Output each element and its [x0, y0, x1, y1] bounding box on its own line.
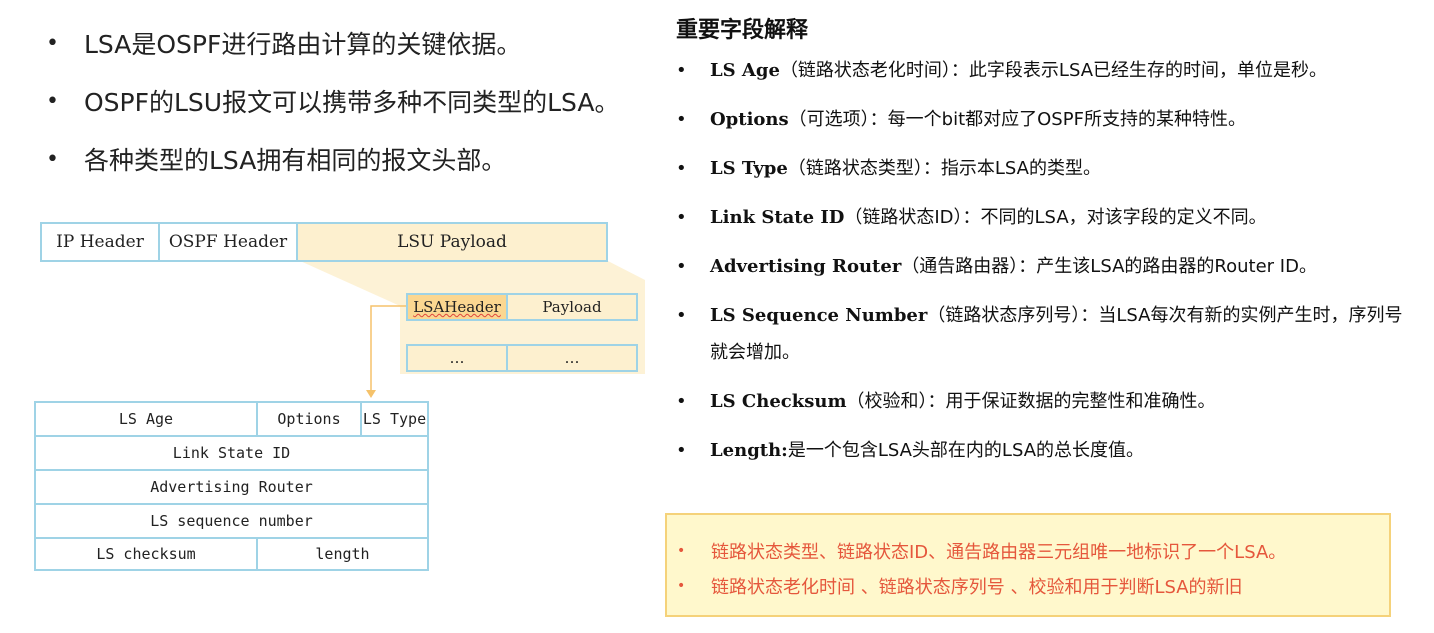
field-description: （链路状态ID）：不同的LSA，对该字段的定义不同。 — [844, 207, 1267, 228]
list-item: • 链路状态类型、链路状态ID、通告路由器三元组唯一地标识了一个LSA。 — [677, 533, 1389, 568]
payload-cell: Payload — [506, 293, 638, 321]
ellipsis-cell: … — [506, 344, 638, 372]
bullet-icon: • — [676, 60, 687, 81]
field-explanation-list: • LS Age（链路状态老化时间）：此字段表示LSA已经生存的时间，单位是秒。 … — [676, 52, 1406, 481]
left-bullet-list: • LSA是OSPF进行路由计算的关键依据。 • OSPF的LSU报文可以携带多种不… — [46, 14, 646, 188]
field-term: LS Checksum — [710, 391, 847, 412]
bullet-icon: • — [677, 577, 686, 594]
list-item: • LS Type（链路状态类型）：指示本LSA的类型。 — [676, 150, 1406, 187]
field-description: （校验和）：用于保证数据的完整性和准确性。 — [846, 391, 1216, 412]
bullet-icon: • — [676, 207, 687, 228]
ls-checksum-cell: LS checksum — [34, 537, 258, 571]
highlight-note-box: • 链路状态类型、链路状态ID、通告路由器三元组唯一地标识了一个LSA。 • 链路状… — [665, 513, 1391, 617]
length-cell: length — [256, 537, 429, 571]
list-item: • LS Age（链路状态老化时间）：此字段表示LSA已经生存的时间，单位是秒。 — [676, 52, 1406, 89]
list-item: • 各种类型的LSA拥有相同的报文头部。 — [46, 130, 646, 188]
field-term: LS Age — [710, 60, 780, 81]
ellipsis-cell: … — [406, 344, 508, 372]
note-text: 链路状态老化时间 、链路状态序列号 、校验和用于判断LSA的新旧 — [711, 576, 1243, 598]
bullet-text: 各种类型的LSA拥有相同的报文头部。 — [84, 146, 507, 175]
field-term: Advertising Router — [710, 256, 902, 277]
bullet-icon: • — [46, 146, 59, 172]
ls-age-cell: LS Age — [34, 401, 258, 437]
field-term: LS Sequence Number — [710, 305, 928, 326]
advertising-router-cell: Advertising Router — [34, 469, 429, 505]
lsu-payload-cell: LSU Payload — [296, 222, 608, 262]
bullet-icon: • — [676, 109, 687, 130]
ospf-header-cell: OSPF Header — [158, 222, 298, 262]
field-term: Link State ID — [710, 207, 845, 228]
list-item: • LS Checksum（校验和）：用于保证数据的完整性和准确性。 — [676, 383, 1406, 420]
bullet-icon: • — [46, 88, 59, 114]
bullet-icon: • — [676, 305, 687, 326]
ls-type-cell: LS Type — [360, 401, 429, 437]
list-item: • Link State ID（链路状态ID）：不同的LSA，对该字段的定义不同。 — [676, 199, 1406, 236]
bullet-icon: • — [676, 256, 687, 277]
field-description: （链路状态类型）：指示本LSA的类型。 — [787, 158, 1101, 179]
list-item: • LSA是OSPF进行路由计算的关键依据。 — [46, 14, 646, 72]
link-state-id-cell: Link State ID — [34, 435, 429, 471]
section-title: 重要字段解释 — [676, 18, 809, 43]
list-item: • Length:是一个包含LSA头部在内的LSA的总长度值。 — [676, 432, 1406, 469]
field-description: （可选项）：每一个bit都对应了OSPF所支持的某种特性。 — [788, 109, 1246, 130]
lsa-header-cell: LSAHeader — [406, 293, 508, 321]
list-item: • Advertising Router（通告路由器）：产生该LSA的路由器的Ro… — [676, 248, 1406, 285]
bullet-icon: • — [677, 542, 686, 559]
ip-header-cell: IP Header — [40, 222, 160, 262]
field-description: （链路状态老化时间）：此字段表示LSA已经生存的时间，单位是秒。 — [779, 60, 1328, 81]
field-description: 是一个包含LSA头部在内的LSA的总长度值。 — [787, 440, 1145, 461]
bullet-icon: • — [46, 30, 59, 56]
field-term: Options — [710, 109, 789, 130]
list-item: • OSPF的LSU报文可以携带多种不同类型的LSA。 — [46, 72, 646, 130]
field-description: （通告路由器）：产生该LSA的路由器的Router ID。 — [901, 256, 1317, 277]
list-item: • Options（可选项）：每一个bit都对应了OSPF所支持的某种特性。 — [676, 101, 1406, 138]
bullet-icon: • — [676, 158, 687, 179]
list-item: • LS Sequence Number（链路状态序列号）：当LSA每次有新的实例… — [676, 297, 1406, 371]
bullet-text: OSPF的LSU报文可以携带多种不同类型的LSA。 — [84, 88, 620, 117]
bullet-icon: • — [676, 391, 687, 412]
bullet-text: LSA是OSPF进行路由计算的关键依据。 — [84, 30, 522, 59]
ls-sequence-number-cell: LS sequence number — [34, 503, 429, 539]
options-cell: Options — [256, 401, 362, 437]
lsa-header-label: LSAHeader — [413, 298, 501, 316]
field-term: Length: — [710, 440, 788, 461]
bullet-icon: • — [676, 440, 687, 461]
note-text: 链路状态类型、链路状态ID、通告路由器三元组唯一地标识了一个LSA。 — [711, 541, 1287, 563]
field-term: LS Type — [710, 158, 788, 179]
list-item: • 链路状态老化时间 、链路状态序列号 、校验和用于判断LSA的新旧 — [677, 568, 1389, 603]
arrow-head — [366, 390, 376, 398]
